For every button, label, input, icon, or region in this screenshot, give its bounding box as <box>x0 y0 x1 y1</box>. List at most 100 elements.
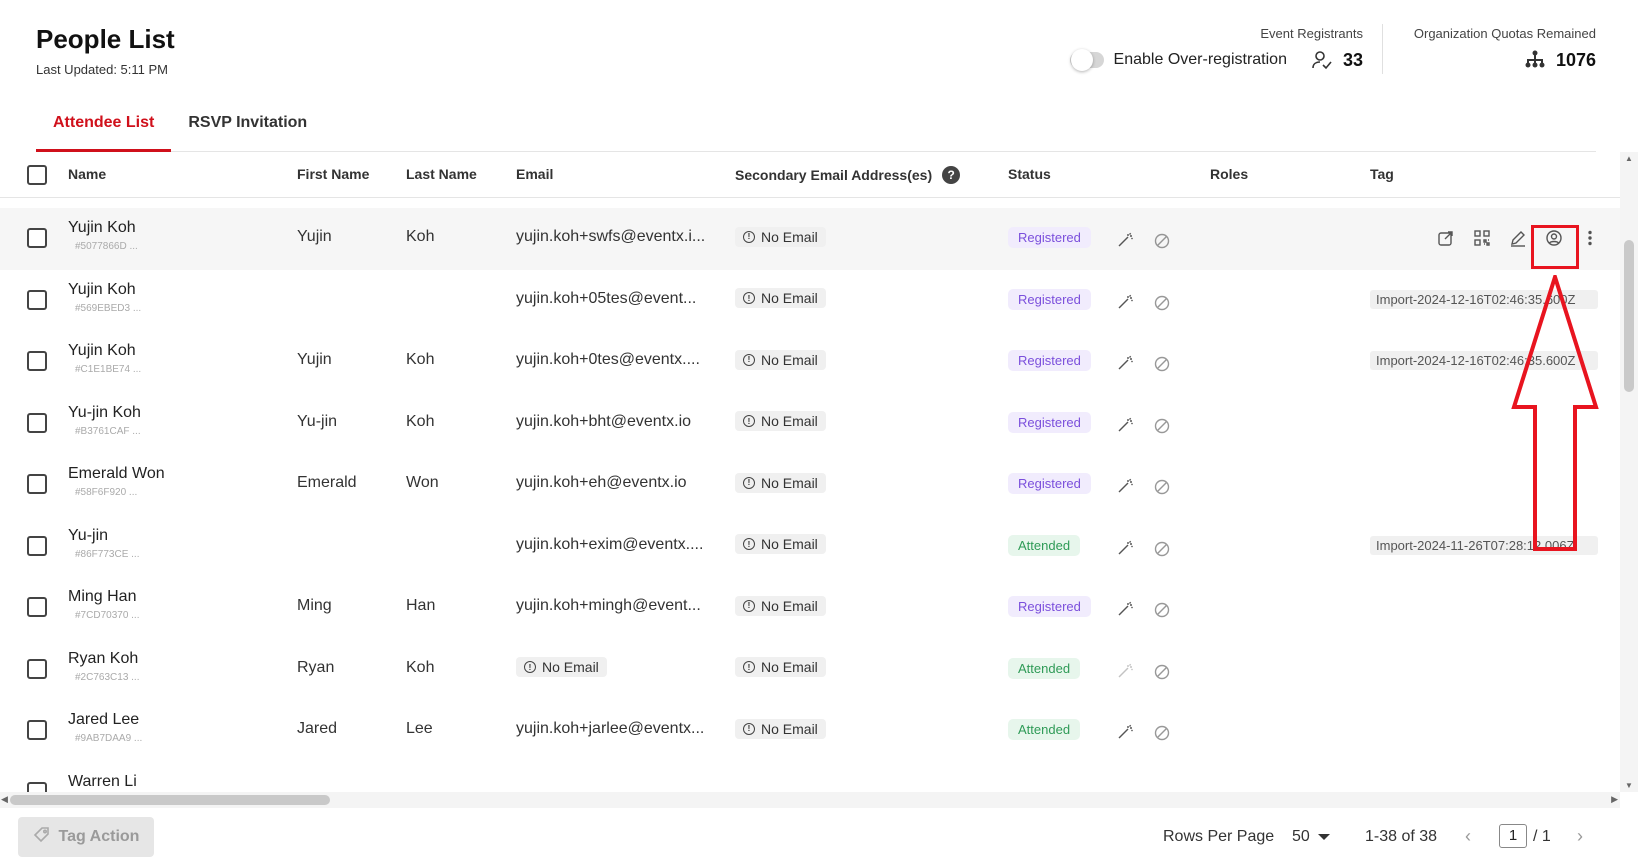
table-row[interactable]: Yu-jin #86F773CE ... yujin.koh+exim@event… <box>0 516 1620 578</box>
cell-name[interactable]: Ming Han #7CD70370 ... <box>68 588 140 621</box>
scroll-right-icon[interactable]: ▶ <box>1611 794 1618 805</box>
scroll-up-icon[interactable]: ▲ <box>1625 154 1633 163</box>
table-row[interactable]: Yujin Koh #5077866D ... Yujin Koh yujin.koh… <box>0 208 1620 270</box>
row-checkbox[interactable] <box>27 228 47 248</box>
person-check-icon <box>1311 49 1333 71</box>
cell-name[interactable]: Ryan Koh #2C763C13 ... <box>68 650 140 683</box>
row-checkbox[interactable] <box>27 289 47 310</box>
edit-pencil-icon[interactable] <box>1506 226 1530 250</box>
cell-email: yujin.koh+exim@eventx.... <box>516 535 704 553</box>
cell-status: Attended <box>1008 657 1081 679</box>
table-row[interactable]: Ming Han #7CD70370 ... Ming Han yujin.koh+m… <box>0 577 1620 639</box>
help-icon[interactable]: ? <box>942 166 961 184</box>
cell-status: Registered <box>1008 227 1091 248</box>
scroll-down-icon[interactable]: ▼ <box>1625 781 1633 790</box>
ban-icon[interactable] <box>1150 229 1174 253</box>
col-status[interactable]: Status <box>1008 166 1051 182</box>
magic-wand-icon[interactable] <box>1113 474 1137 498</box>
row-checkbox[interactable] <box>27 474 47 494</box>
org-quota-count: 1076 <box>1555 49 1596 70</box>
qr-code-icon[interactable] <box>1470 226 1494 250</box>
over-registration-toggle[interactable] <box>1069 49 1104 71</box>
cell-name[interactable]: Emerald Won #58F6F920 ... <box>68 465 165 498</box>
attendee-name[interactable]: Emerald Won <box>68 465 165 483</box>
magic-wand-icon[interactable] <box>1113 536 1137 560</box>
magic-wand-icon[interactable] <box>1113 351 1137 375</box>
row-checkbox[interactable] <box>27 658 47 679</box>
cell-name[interactable]: Yujin Koh #C1E1BE74 ... <box>68 342 141 375</box>
table-body: Yujin Koh #5077866D ... Yujin Koh yujin.koh… <box>0 208 1620 796</box>
next-page-icon[interactable]: › <box>1577 826 1583 847</box>
row-checkbox[interactable] <box>27 412 47 433</box>
table-row[interactable]: Ryan Koh #2C763C13 ... Ryan Koh! No Email! N… <box>0 639 1620 701</box>
ban-icon[interactable] <box>1150 721 1174 745</box>
ban-icon[interactable] <box>1150 598 1174 622</box>
col-name[interactable]: Name <box>68 166 106 182</box>
ban-icon[interactable] <box>1150 537 1174 561</box>
page-number-input[interactable]: 1 <box>1499 824 1527 848</box>
attendee-name[interactable]: Yu-jin Koh <box>68 404 141 422</box>
ban-icon[interactable] <box>1150 475 1174 499</box>
attendee-name[interactable]: Yujin Koh <box>68 281 141 299</box>
table-row[interactable]: Yujin Koh #569EBED3 ... yujin.koh+05tes@e… <box>0 270 1620 332</box>
no-email-label: No Email <box>761 597 818 614</box>
cell-name[interactable]: Jared Lee #9AB7DAA9 ... <box>68 711 142 744</box>
attendee-name[interactable]: Yujin Koh <box>68 342 141 360</box>
ban-icon[interactable] <box>1150 414 1174 438</box>
cell-first-name: Jared <box>297 720 338 737</box>
scroll-left-icon[interactable]: ◀ <box>1 794 8 805</box>
attendee-name[interactable]: Ming Han <box>68 588 140 606</box>
attendee-name[interactable]: Jared Lee <box>68 711 142 729</box>
attendee-name[interactable]: Ryan Koh <box>68 650 140 668</box>
attendee-name[interactable]: Yu-jin <box>68 527 139 545</box>
cell-email: yujin.koh+bht@eventx.io <box>516 412 692 430</box>
ban-icon[interactable] <box>1150 660 1174 684</box>
vertical-scroll-thumb[interactable] <box>1624 240 1634 392</box>
attendee-name[interactable]: Yujin Koh <box>68 219 138 237</box>
table-row[interactable]: Emerald Won #58F6F920 ... Emerald Won yujin… <box>0 454 1620 516</box>
attendee-id: #86F773CE ... <box>75 548 140 560</box>
row-checkbox[interactable] <box>27 351 47 371</box>
ban-icon[interactable] <box>1150 291 1174 315</box>
prev-page-icon[interactable]: ‹ <box>1465 826 1471 847</box>
col-first-name[interactable]: First Name <box>297 166 369 182</box>
cell-status: Registered <box>1008 288 1091 310</box>
cell-name[interactable]: Yu-jin #86F773CE ... <box>68 527 139 560</box>
ban-icon[interactable] <box>1150 352 1174 376</box>
magic-wand-icon[interactable] <box>1113 413 1137 437</box>
table-row[interactable]: Warren Li <box>0 762 1620 796</box>
select-all-checkbox[interactable] <box>27 165 47 185</box>
share-icon[interactable] <box>1434 226 1458 250</box>
row-checkbox[interactable] <box>27 720 47 740</box>
row-checkbox[interactable] <box>27 597 47 617</box>
col-last-name[interactable]: Last Name <box>406 166 477 182</box>
cell-name[interactable]: Yu-jin Koh #B3761CAF ... <box>68 404 141 437</box>
horizontal-scrollbar[interactable]: ◀ ▶ <box>0 792 1620 808</box>
table-row[interactable]: Jared Lee #9AB7DAA9 ... Jared Lee yujin.koh… <box>0 700 1620 762</box>
row-checkbox[interactable] <box>27 535 47 556</box>
cell-name[interactable]: Yujin Koh #569EBED3 ... <box>68 281 141 314</box>
rows-per-page-select[interactable]: 50 <box>1292 828 1330 846</box>
magic-wand-icon[interactable] <box>1113 659 1137 683</box>
col-email[interactable]: Email <box>516 166 553 182</box>
tab-attendee-list[interactable]: Attendee List <box>36 100 172 152</box>
magic-wand-icon[interactable] <box>1113 720 1137 744</box>
magic-wand-icon[interactable] <box>1113 290 1137 314</box>
attendee-name[interactable]: Warren Li <box>68 773 137 791</box>
col-roles[interactable]: Roles <box>1210 166 1248 182</box>
magic-wand-icon[interactable] <box>1113 597 1137 621</box>
cell-secondary-email: ! No Email <box>735 411 826 431</box>
horizontal-scroll-thumb[interactable] <box>10 795 330 805</box>
table-row[interactable]: Yu-jin Koh #B3761CAF ... Yu-jin Koh yujin.k… <box>0 393 1620 455</box>
vertical-scrollbar[interactable]: ▲ ▼ <box>1620 152 1638 792</box>
table-row[interactable]: Yujin Koh #C1E1BE74 ... Yujin Koh yujin.koh… <box>0 331 1620 393</box>
status-badge: Registered <box>1008 411 1091 433</box>
more-vertical-icon[interactable] <box>1578 226 1602 250</box>
magic-wand-icon[interactable] <box>1113 228 1137 252</box>
col-secondary-email[interactable]: Secondary Email Address(es) ? <box>735 166 961 184</box>
cell-name[interactable]: Yujin Koh #5077866D ... <box>68 219 138 252</box>
col-tag[interactable]: Tag <box>1370 166 1394 182</box>
tag-action-button[interactable]: Tag Action <box>18 817 154 857</box>
no-email-label: No Email <box>761 659 818 675</box>
tab-rsvp-invitation[interactable]: RSVP Invitation <box>171 100 324 152</box>
